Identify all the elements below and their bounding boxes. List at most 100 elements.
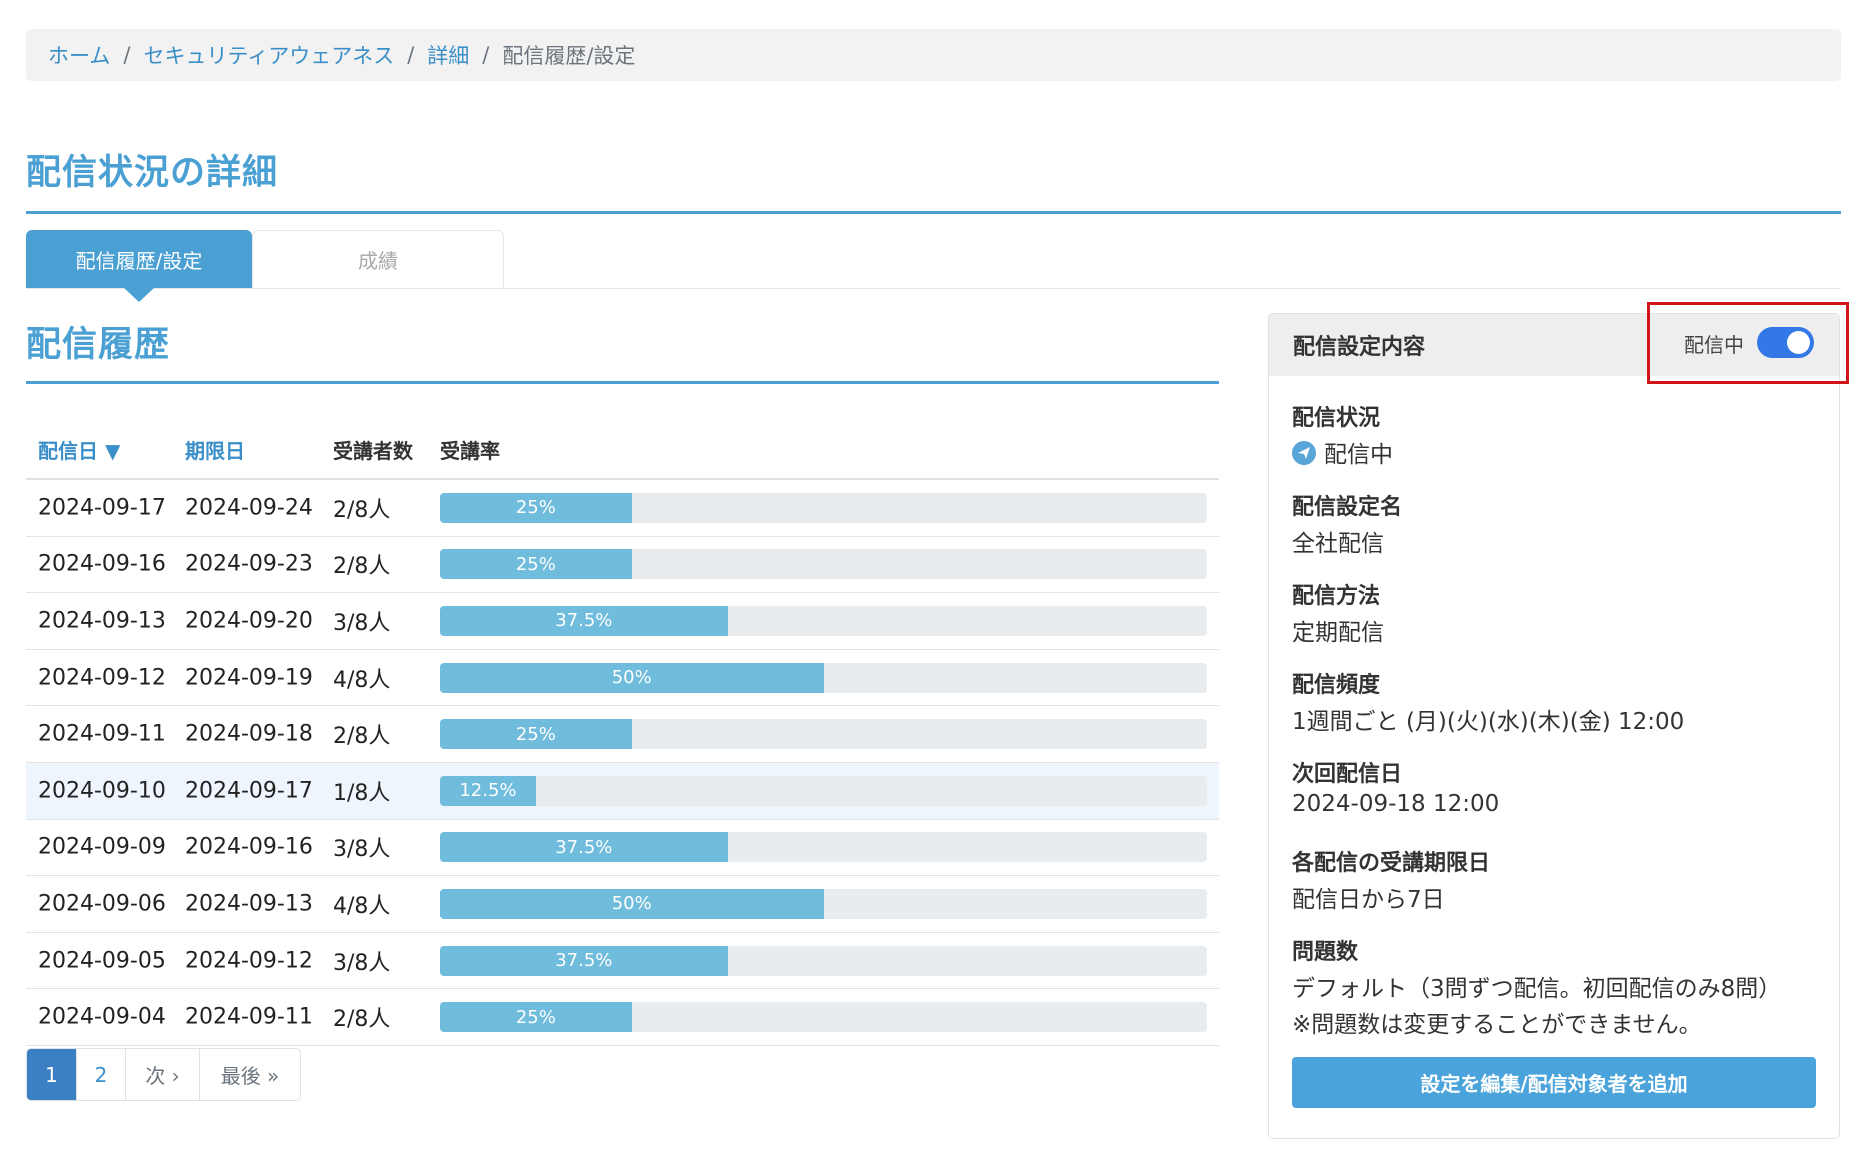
table-row: 2024-09-13 2024-09-20 3/8人 37.5% xyxy=(26,593,1219,650)
delivery-date-cell: 2024-09-11 xyxy=(38,721,166,747)
delivery-date-cell: 2024-09-13 xyxy=(38,608,166,634)
field-label-status: 配信状況 xyxy=(1292,406,1381,431)
table-body: 2024-09-17 2024-09-24 2/8人 25% 2024-09-16 202… xyxy=(26,480,1219,1046)
history-table: 配信日 ▼ 期限日 受講者数 受講率 2024-09-17 2024-09-24 2… xyxy=(26,420,1219,1046)
tab-results[interactable]: 成績 xyxy=(252,230,504,288)
due-date-cell: 2024-09-17 xyxy=(185,778,313,804)
breadcrumb-details[interactable]: 詳細 xyxy=(427,40,469,70)
column-header-due-date[interactable]: 期限日 xyxy=(185,435,245,464)
next-page-button[interactable]: 次 › xyxy=(126,1049,200,1100)
rate-progress-fill: 25% xyxy=(440,719,632,750)
page-2-button[interactable]: 2 xyxy=(77,1049,126,1100)
breadcrumb: ホーム / セキュリティアウェアネス / 詳細 / 配信履歴/設定 xyxy=(26,29,1841,81)
tab-history-settings[interactable]: 配信履歴/設定 xyxy=(26,230,252,288)
table-row: 2024-09-17 2024-09-24 2/8人 25% xyxy=(26,480,1219,537)
rate-progress-bar: 25% xyxy=(440,719,1207,750)
due-date-cell: 2024-09-24 xyxy=(185,495,313,521)
table-row: 2024-09-09 2024-09-16 3/8人 37.5% xyxy=(26,820,1219,877)
table-row: 2024-09-04 2024-09-11 2/8人 25% xyxy=(26,989,1219,1046)
field-label-question-count: 問題数 xyxy=(1292,940,1359,965)
status-text: 配信中 xyxy=(1324,442,1393,468)
delivery-date-cell: 2024-09-12 xyxy=(38,665,166,691)
table-row: 2024-09-11 2024-09-18 2/8人 25% xyxy=(26,706,1219,763)
field-value-setting-name: 全社配信 xyxy=(1292,531,1384,557)
field-label-next-delivery: 次回配信日 xyxy=(1292,762,1403,787)
rate-progress-bar: 50% xyxy=(440,662,1207,693)
participants-cell: 2/8人 xyxy=(333,1007,391,1033)
rate-progress-bar: 37.5% xyxy=(440,832,1207,863)
table-header: 配信日 ▼ 期限日 受講者数 受講率 xyxy=(26,420,1219,480)
rate-progress-fill: 37.5% xyxy=(440,945,728,976)
rate-progress-bar: 37.5% xyxy=(440,945,1207,976)
field-value-deadline: 配信日から7日 xyxy=(1292,887,1445,913)
participants-cell: 3/8人 xyxy=(333,837,391,863)
rate-progress-bar: 25% xyxy=(440,492,1207,523)
edit-settings-button[interactable]: 設定を編集/配信対象者を追加 xyxy=(1292,1057,1816,1108)
section-divider xyxy=(26,381,1219,384)
participants-cell: 4/8人 xyxy=(333,667,391,693)
breadcrumb-security-awareness[interactable]: セキュリティアウェアネス xyxy=(143,40,394,70)
settings-panel-title: 配信設定内容 xyxy=(1293,335,1426,360)
due-date-cell: 2024-09-12 xyxy=(185,948,313,974)
field-note-question-count: ※問題数は変更することができません。 xyxy=(1292,1012,1702,1038)
delivery-toggle-label: 配信中 xyxy=(1684,333,1744,357)
breadcrumb-separator: / xyxy=(123,43,131,67)
delivery-date-cell: 2024-09-09 xyxy=(38,834,166,860)
send-icon xyxy=(1292,441,1316,465)
breadcrumb-separator: / xyxy=(482,43,490,67)
delivery-date-cell: 2024-09-05 xyxy=(38,948,166,974)
rate-progress-fill: 25% xyxy=(440,492,632,523)
column-header-participants: 受講者数 xyxy=(333,438,413,463)
last-page-button[interactable]: 最後 » xyxy=(200,1049,300,1100)
field-label-method: 配信方法 xyxy=(1292,584,1381,609)
rate-progress-bar: 37.5% xyxy=(440,605,1207,636)
rate-progress-fill: 50% xyxy=(440,662,824,693)
delivery-toggle-switch[interactable] xyxy=(1757,327,1814,358)
delivery-date-cell: 2024-09-04 xyxy=(38,1004,166,1030)
due-date-cell: 2024-09-18 xyxy=(185,721,313,747)
rate-progress-fill: 50% xyxy=(440,888,824,919)
participants-cell: 4/8人 xyxy=(333,893,391,919)
tab-bar: 配信履歴/設定 成績 xyxy=(26,230,1841,289)
field-value-method: 定期配信 xyxy=(1292,620,1384,646)
field-value-question-count: デフォルト（3問ずつ配信。初回配信のみ8問） xyxy=(1292,976,1782,1002)
table-row: 2024-09-10 2024-09-17 1/8人 12.5% xyxy=(26,762,1219,820)
rate-progress-fill: 25% xyxy=(440,549,632,580)
column-header-delivery-date[interactable]: 配信日 ▼ xyxy=(38,435,120,464)
toggle-knob xyxy=(1787,331,1810,354)
page-1-button[interactable]: 1 xyxy=(27,1049,77,1100)
delivery-date-cell: 2024-09-10 xyxy=(38,778,166,804)
due-date-cell: 2024-09-11 xyxy=(185,1004,313,1030)
toggle-highlight-box xyxy=(1647,302,1849,384)
title-divider xyxy=(26,211,1841,214)
pagination: 1 2 次 › 最後 » xyxy=(26,1048,301,1101)
due-date-cell: 2024-09-13 xyxy=(185,891,313,917)
participants-cell: 3/8人 xyxy=(333,610,391,636)
delivery-date-cell: 2024-09-17 xyxy=(38,495,166,521)
due-date-cell: 2024-09-16 xyxy=(185,834,313,860)
rate-progress-fill: 37.5% xyxy=(440,832,728,863)
delivery-date-cell: 2024-09-06 xyxy=(38,891,166,917)
breadcrumb-separator: / xyxy=(407,43,415,67)
field-value-status: 配信中 xyxy=(1292,435,1393,469)
breadcrumb-home[interactable]: ホーム xyxy=(48,40,110,70)
field-value-next-delivery: 2024-09-18 12:00 xyxy=(1292,791,1500,817)
rate-progress-bar: 12.5% xyxy=(440,775,1207,806)
field-value-frequency: 1週間ごと (月)(火)(水)(木)(金) 12:00 xyxy=(1292,709,1685,735)
delivery-date-cell: 2024-09-16 xyxy=(38,551,166,577)
participants-cell: 1/8人 xyxy=(333,780,391,806)
rate-progress-bar: 25% xyxy=(440,1002,1207,1033)
history-section-title: 配信履歴 xyxy=(26,325,171,365)
field-label-frequency: 配信頻度 xyxy=(1292,673,1381,698)
rate-progress-fill: 37.5% xyxy=(440,605,728,636)
table-row: 2024-09-16 2024-09-23 2/8人 25% xyxy=(26,537,1219,594)
rate-progress-bar: 25% xyxy=(440,549,1207,580)
participants-cell: 2/8人 xyxy=(333,724,391,750)
rate-progress-bar: 50% xyxy=(440,888,1207,919)
table-row: 2024-09-06 2024-09-13 4/8人 50% xyxy=(26,876,1219,933)
field-label-setting-name: 配信設定名 xyxy=(1292,495,1403,520)
table-row: 2024-09-12 2024-09-19 4/8人 50% xyxy=(26,650,1219,707)
column-header-rate: 受講率 xyxy=(440,438,500,463)
due-date-cell: 2024-09-23 xyxy=(185,551,313,577)
participants-cell: 3/8人 xyxy=(333,950,391,976)
